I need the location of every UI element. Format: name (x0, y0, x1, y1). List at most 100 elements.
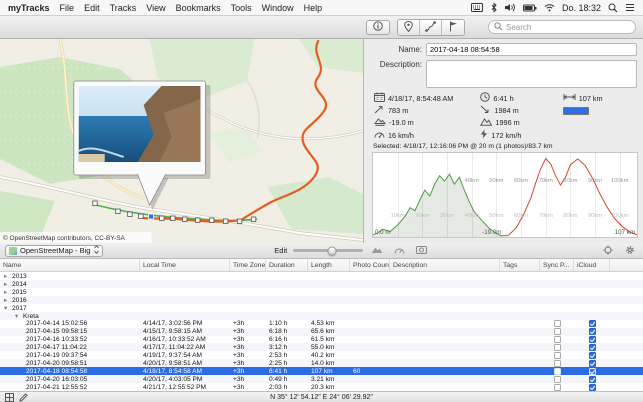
search-input[interactable] (506, 23, 630, 32)
table-row[interactable]: ▸2013 (0, 272, 643, 280)
icloud-checkbox[interactable] (589, 320, 596, 327)
table-row[interactable]: 2017-04-15 09:58:154/15/17, 9:58:15 AM+3… (0, 328, 643, 336)
column-header[interactable]: iCloud (574, 259, 610, 271)
menu-tracks[interactable]: Tracks (110, 3, 137, 13)
volume-icon[interactable] (505, 3, 516, 12)
menu-view[interactable]: View (146, 3, 165, 13)
icloud-checkbox[interactable] (589, 368, 596, 375)
column-header[interactable]: Length (308, 259, 350, 271)
edit-mode-label[interactable]: Edit (274, 246, 287, 255)
menu-bookmarks[interactable]: Bookmarks (176, 3, 221, 13)
chart-gridline (620, 153, 621, 237)
sync-checkbox[interactable] (554, 360, 561, 367)
sync-checkbox[interactable] (554, 368, 561, 375)
sync-checkbox[interactable] (554, 352, 561, 359)
column-header[interactable]: Sync P... (540, 259, 574, 271)
name-label: Name: (364, 45, 426, 54)
icloud-checkbox[interactable] (589, 336, 596, 343)
table-row[interactable]: 2017-04-20 16:03:054/20/17, 4:03:05 PM+3… (0, 375, 643, 383)
route-button[interactable] (420, 20, 442, 35)
bluetooth-icon[interactable] (490, 2, 498, 13)
sync-checkbox[interactable] (554, 320, 561, 327)
gear-icon (625, 245, 635, 257)
settings-button[interactable] (622, 244, 638, 257)
table-row[interactable]: ▾Kreta (0, 312, 643, 320)
column-header[interactable]: Photo Count (350, 259, 390, 271)
route-icon (425, 21, 436, 34)
menu-file[interactable]: File (60, 3, 75, 13)
map-canvas[interactable]: © OpenStreetMap contributors, CC-BY-SA (0, 39, 363, 243)
menu-help[interactable]: Help (304, 3, 323, 13)
wifi-icon[interactable] (544, 3, 555, 12)
menu-tools[interactable]: Tools (231, 3, 252, 13)
sync-checkbox[interactable] (554, 376, 561, 383)
track-name: 2017-04-20 09:58:51 (26, 360, 87, 367)
table-row[interactable]: 2017-04-14 15:02:564/14/17, 3:02:56 PM+3… (0, 320, 643, 328)
speed-chart-toggle[interactable] (391, 244, 407, 257)
sync-checkbox[interactable] (554, 336, 561, 343)
zoom-slider-knob[interactable] (327, 246, 336, 255)
map-provider-popup[interactable]: OpenStreetMap - Big (5, 245, 103, 257)
disclosure-triangle[interactable]: ▸ (4, 296, 12, 304)
table-row[interactable]: 2017-04-16 10:33:524/16/17, 10:33:52 AM+… (0, 336, 643, 344)
column-header[interactable]: Description (390, 259, 500, 271)
battery-icon[interactable] (523, 4, 537, 12)
disclosure-triangle[interactable]: ▾ (4, 304, 12, 312)
spotlight-search-icon[interactable] (608, 3, 618, 13)
status-bar: N 35° 12' 54.12" E 24° 06' 29.92" (0, 391, 643, 402)
photos-toggle[interactable] (413, 244, 429, 257)
search-field[interactable] (488, 20, 636, 34)
table-row[interactable]: 2017-04-19 09:37:544/19/17, 9:37:54 AM+3… (0, 351, 643, 359)
disclosure-triangle[interactable]: ▾ (15, 312, 23, 320)
table-row[interactable]: ▾2017 (0, 304, 643, 312)
grid-icon[interactable] (5, 393, 14, 402)
menu-app-name[interactable]: myTracks (8, 3, 50, 13)
elevation-chart-toggle[interactable] (369, 244, 385, 257)
table-row[interactable]: 2017-04-17 11:04:224/17/17, 11:04:22 AM+… (0, 343, 643, 351)
column-header[interactable]: Local Time (140, 259, 230, 271)
description-input[interactable] (426, 60, 637, 88)
icloud-checkbox[interactable] (589, 328, 596, 335)
zoom-slider[interactable] (293, 249, 363, 252)
sync-checkbox[interactable] (554, 328, 561, 335)
menu-clock[interactable]: Do. 18:32 (562, 3, 601, 13)
map-provider-label: OpenStreetMap - Big (20, 246, 90, 255)
distance-icon (563, 93, 576, 103)
map-view[interactable]: © OpenStreetMap contributors, CC-BY-SA (0, 39, 364, 243)
locate-button[interactable] (600, 244, 616, 257)
table-row[interactable]: ▸2015 (0, 288, 643, 296)
table-row[interactable]: 2017-04-21 12:55:524/21/17, 12:55:52 PM+… (0, 383, 643, 391)
menu-edit[interactable]: Edit (84, 3, 100, 13)
column-header[interactable]: Duration (266, 259, 308, 271)
disclosure-triangle[interactable]: ▸ (4, 280, 12, 288)
flag-button[interactable] (442, 20, 464, 35)
pencil-icon[interactable] (19, 393, 28, 402)
profile-chart[interactable]: 0.0 m -19.0m 107 km 10km20km30km40km40km… (372, 152, 638, 238)
icloud-checkbox[interactable] (589, 360, 596, 367)
table-row[interactable]: 2017-04-20 09:58:514/20/17, 9:58:51 AM+3… (0, 359, 643, 367)
icloud-checkbox[interactable] (589, 384, 596, 391)
table-row[interactable]: ▸2016 (0, 296, 643, 304)
column-header[interactable]: Name (0, 259, 140, 271)
disclosure-triangle[interactable]: ▸ (4, 288, 12, 296)
icloud-checkbox[interactable] (589, 352, 596, 359)
info-button[interactable] (366, 20, 390, 35)
column-header[interactable]: Time Zone (230, 259, 266, 271)
stat-duration: 6:41 h (480, 92, 560, 104)
sync-checkbox[interactable] (554, 344, 561, 351)
table-row[interactable]: 2017-04-18 08:54:584/18/17, 8:54:58 AM+3… (0, 367, 643, 375)
track-color-swatch[interactable] (563, 107, 589, 115)
x-tick-label: 80km (563, 213, 577, 219)
notification-center-icon[interactable] (625, 3, 635, 12)
column-header[interactable]: Tags (500, 259, 540, 271)
disclosure-triangle[interactable]: ▸ (4, 272, 12, 280)
menu-window[interactable]: Window (262, 3, 294, 13)
icloud-checkbox[interactable] (589, 376, 596, 383)
icloud-checkbox[interactable] (589, 344, 596, 351)
sync-checkbox[interactable] (554, 384, 561, 391)
name-input[interactable] (426, 43, 637, 56)
pin-button[interactable] (398, 20, 420, 35)
keyboard-icon[interactable] (471, 3, 483, 12)
table-row[interactable]: ▸2014 (0, 280, 643, 288)
photo-thumbnail (79, 86, 201, 162)
